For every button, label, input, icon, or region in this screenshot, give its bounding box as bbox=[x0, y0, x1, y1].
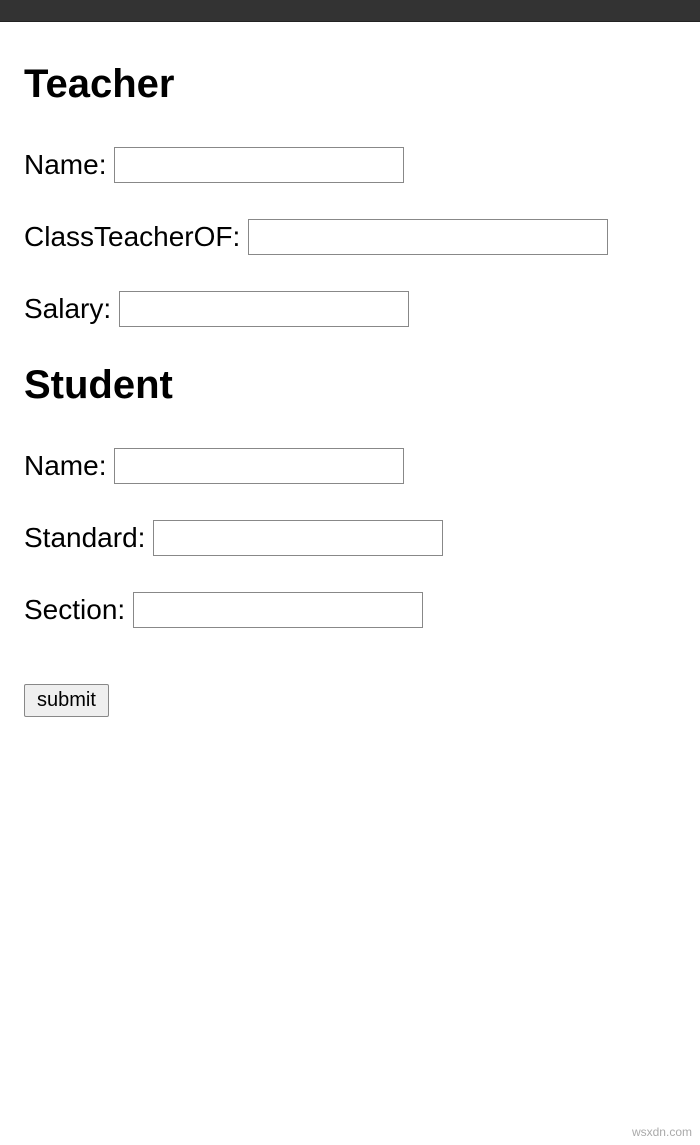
teacher-name-row: Name: bbox=[24, 147, 676, 183]
page-content: Teacher Name: ClassTeacherOF: Salary: St… bbox=[0, 22, 700, 737]
teacher-class-row: ClassTeacherOF: bbox=[24, 219, 676, 255]
teacher-class-label: ClassTeacherOF: bbox=[24, 221, 240, 253]
teacher-heading: Teacher bbox=[24, 62, 676, 107]
watermark-text: wsxdn.com bbox=[632, 1125, 692, 1139]
submit-button[interactable]: submit bbox=[24, 684, 109, 717]
teacher-salary-label: Salary: bbox=[24, 293, 111, 325]
student-name-row: Name: bbox=[24, 448, 676, 484]
top-bar bbox=[0, 0, 700, 22]
student-section-row: Section: bbox=[24, 592, 676, 628]
student-standard-label: Standard: bbox=[24, 522, 145, 554]
teacher-salary-input[interactable] bbox=[119, 291, 409, 327]
teacher-name-label: Name: bbox=[24, 149, 106, 181]
student-name-input[interactable] bbox=[114, 448, 404, 484]
student-standard-row: Standard: bbox=[24, 520, 676, 556]
student-section-input[interactable] bbox=[133, 592, 423, 628]
student-section-label: Section: bbox=[24, 594, 125, 626]
teacher-name-input[interactable] bbox=[114, 147, 404, 183]
student-heading: Student bbox=[24, 363, 676, 408]
teacher-salary-row: Salary: bbox=[24, 291, 676, 327]
student-name-label: Name: bbox=[24, 450, 106, 482]
student-standard-input[interactable] bbox=[153, 520, 443, 556]
teacher-class-input[interactable] bbox=[248, 219, 608, 255]
